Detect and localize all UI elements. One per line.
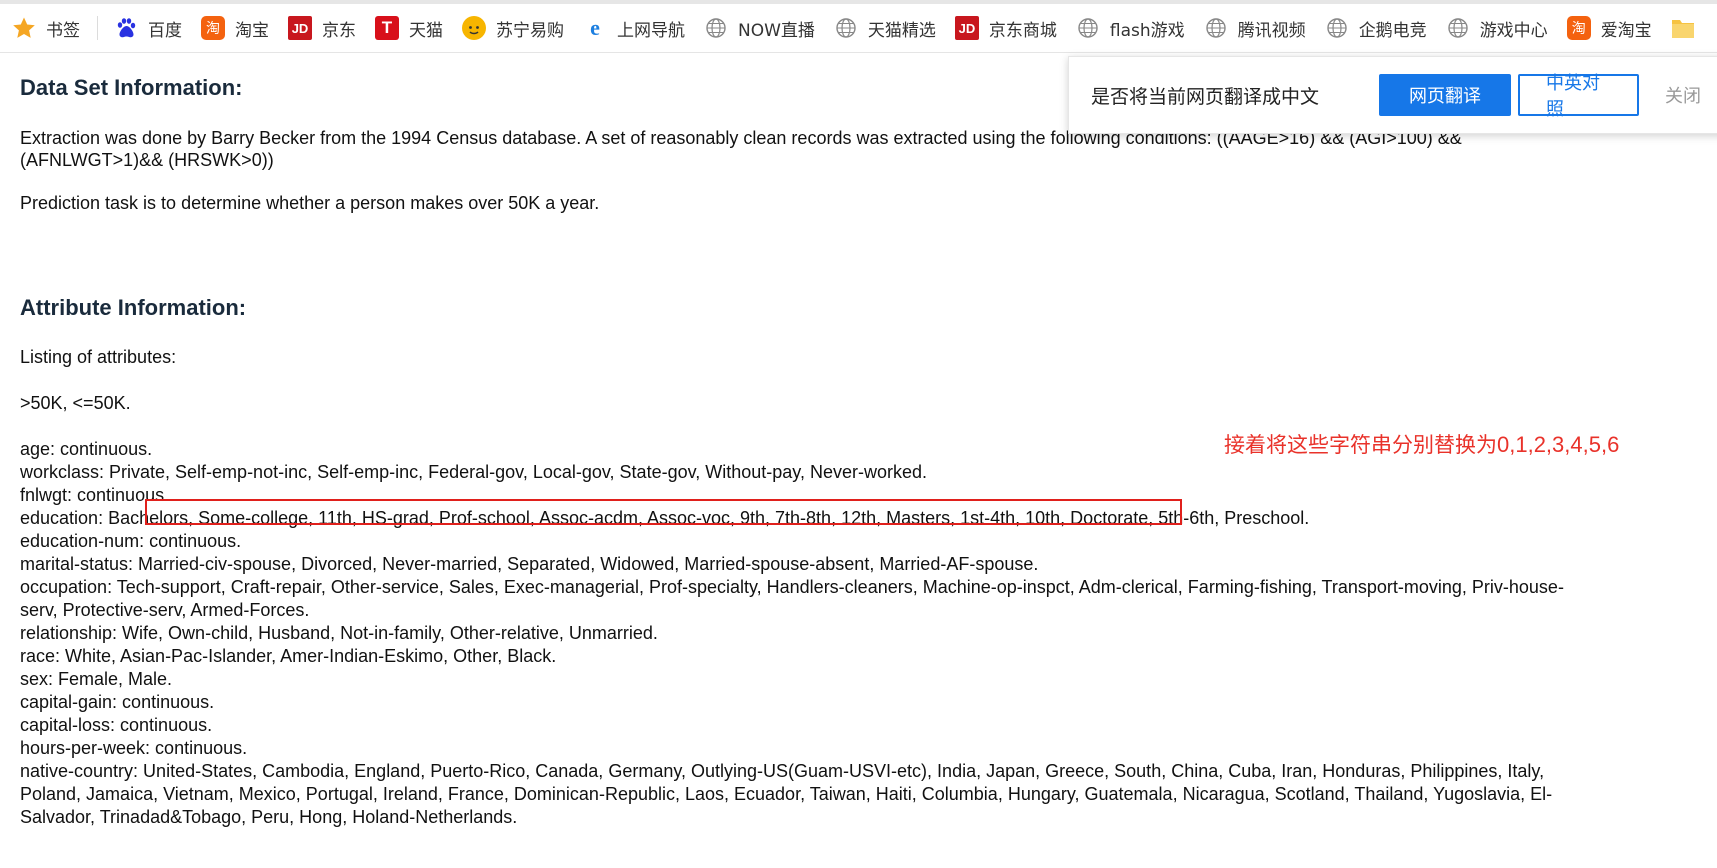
- marital-status-highlight-box: [145, 499, 1182, 525]
- bookmark-item-suning[interactable]: 苏宁易购: [450, 4, 571, 52]
- bookmark-item-game-center[interactable]: 游戏中心: [1434, 4, 1555, 52]
- bookmark-label: 书签: [46, 20, 80, 41]
- listing-text: Listing of attributes:: [20, 347, 177, 367]
- bookmark-label: 京东商城: [988, 20, 1057, 41]
- attribute-line: Poland, Jamaica, Vietnam, Mexico, Portug…: [20, 784, 1553, 804]
- annotation-note: 接着将这些字符串分别替换为0,1,2,3,4,5,6: [1224, 429, 1619, 459]
- translate-page-button[interactable]: 网页翻译: [1379, 74, 1511, 116]
- suning-icon: [462, 16, 486, 40]
- translate-prompt-text: 是否将当前网页翻译成中文: [1091, 85, 1320, 108]
- globe-icon: [704, 16, 728, 40]
- baidu-paw-icon: [114, 16, 138, 40]
- bookmark-item-penguin-esports[interactable]: 企鹅电竞: [1313, 4, 1434, 52]
- bookmarks-bar: 书签 百度 淘 淘宝 JD 京东 T 天猫 苏宁易购 e 上网导航 NOW直播 …: [0, 4, 1717, 53]
- attribute-line: capital-gain: continuous.: [20, 692, 215, 712]
- bookmark-item-tmall-select[interactable]: 天猫精选: [822, 4, 943, 52]
- globe-icon: [834, 16, 858, 40]
- globe-icon: [1325, 16, 1349, 40]
- taobao-icon: 淘: [1566, 16, 1591, 40]
- bookmark-label: 天猫精选: [867, 20, 936, 41]
- attribute-line: hours-per-week: continuous.: [20, 738, 248, 758]
- bookmark-item-jd-mall[interactable]: JD 京东商城: [943, 4, 1064, 52]
- bookmark-label: NOW直播: [738, 20, 815, 41]
- attribute-line: serv, Protective-serv, Armed-Forces.: [20, 600, 310, 620]
- bookmark-label: 上网导航: [617, 20, 685, 41]
- bookmark-item-tencent-video[interactable]: 腾讯视频: [1192, 4, 1313, 52]
- bookmark-item-now-live[interactable]: NOW直播: [692, 4, 822, 52]
- ie-icon: e: [590, 15, 600, 40]
- attribute-line: workclass: Private, Self-emp-not-inc, Se…: [20, 462, 927, 482]
- bookmark-item-jd[interactable]: JD 京东: [276, 4, 363, 52]
- bookmark-item-tmall[interactable]: T 天猫: [363, 4, 450, 52]
- bookmark-label: flash游戏: [1109, 20, 1185, 41]
- attribute-line: Salvador, Trinadad&Tobago, Peru, Hong, H…: [20, 807, 518, 827]
- bookmark-label: 天猫: [409, 20, 443, 41]
- bookmark-item-bookmarks[interactable]: 书签: [0, 4, 87, 52]
- attribute-line: relationship: Wife, Own-child, Husband, …: [20, 623, 658, 643]
- bookmark-label: 京东: [322, 20, 356, 41]
- class-labels-text: >50K, <=50K.: [20, 393, 131, 413]
- close-translate-button[interactable]: 关闭: [1665, 82, 1701, 108]
- attribute-info-heading: Attribute Information:: [20, 295, 247, 320]
- jd-icon: JD: [288, 16, 312, 40]
- bookmark-item-folder[interactable]: [1659, 4, 1712, 52]
- bookmark-item-web-nav[interactable]: e 上网导航: [571, 4, 692, 52]
- attribute-line: age: continuous.: [20, 439, 153, 459]
- bookmark-item-flash-games[interactable]: flash游戏: [1064, 4, 1192, 52]
- bookmark-label: 企鹅电竞: [1358, 20, 1427, 41]
- jd-icon: JD: [954, 16, 979, 40]
- translate-prompt-bar: 是否将当前网页翻译成中文 网页翻译 中英对照 关闭: [1068, 56, 1717, 134]
- bookmark-label: 百度: [148, 20, 182, 41]
- bilingual-view-button[interactable]: 中英对照: [1518, 73, 1639, 120]
- globe-icon: [1076, 16, 1100, 40]
- bookmark-label: 腾讯视频: [1237, 20, 1306, 41]
- prediction-task-text: Prediction task is to determine whether …: [20, 193, 600, 213]
- bookmark-label: 游戏中心: [1479, 20, 1548, 41]
- dataset-description-line2: (AFNLWGT>1)&& (HRSWK>0)): [20, 150, 274, 170]
- taobao-icon: 淘: [201, 16, 225, 40]
- attribute-line: race: White, Asian-Pac-Islander, Amer-In…: [20, 646, 557, 666]
- bookmark-label: 苏宁易购: [496, 20, 564, 41]
- attribute-line: occupation: Tech-support, Craft-repair, …: [20, 577, 1564, 597]
- attribute-line: sex: Female, Male.: [20, 669, 173, 689]
- bookmark-label: 爱淘宝: [1600, 20, 1652, 41]
- tmall-icon: T: [375, 16, 399, 40]
- globe-icon: [1446, 16, 1470, 40]
- star-icon: [12, 16, 36, 40]
- attribute-line: education-num: continuous.: [20, 531, 242, 551]
- bookmark-item-taobao[interactable]: 淘 淘宝: [189, 4, 276, 52]
- annotation-digits: 0,1,2,3,4,5,6: [1497, 432, 1620, 457]
- bookmark-label: 淘宝: [235, 20, 269, 41]
- attribute-line: capital-loss: continuous.: [20, 715, 213, 735]
- globe-icon: [1204, 16, 1228, 40]
- dataset-info-heading: Data Set Information:: [20, 75, 243, 100]
- bookmark-item-ai-taobao[interactable]: 淘 爱淘宝: [1555, 4, 1659, 52]
- attribute-line: native-country: United-States, Cambodia,…: [20, 761, 1545, 781]
- folder-icon: [1671, 16, 1695, 40]
- annotation-text: 接着将这些字符串分别替换为: [1224, 433, 1497, 457]
- bookmarks-divider: [97, 16, 98, 40]
- attribute-line-marital-status: marital-status: Married-civ-spouse, Divo…: [20, 554, 1039, 574]
- bookmark-item-baidu[interactable]: 百度: [102, 4, 189, 52]
